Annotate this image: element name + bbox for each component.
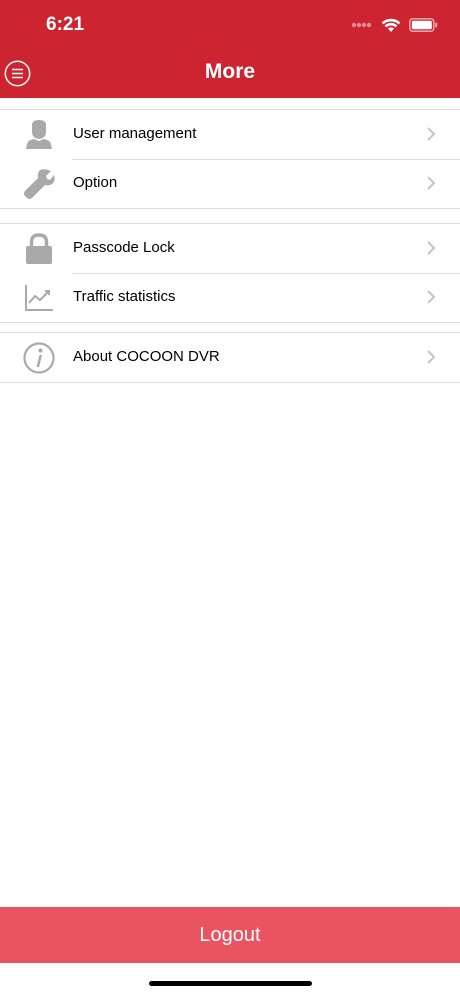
list-item-label: Traffic statistics <box>73 288 176 305</box>
chevron-right-icon <box>427 241 436 255</box>
user-icon <box>26 120 52 149</box>
top-bar: 6:21 More <box>0 0 460 98</box>
wrench-icon <box>24 169 55 199</box>
chevron-right-icon <box>427 350 436 364</box>
battery-icon <box>409 18 438 32</box>
chart-icon <box>25 285 53 311</box>
settings-group-account: User management Option <box>0 109 460 209</box>
settings-group-security: Passcode Lock Traffic statistics <box>0 223 460 323</box>
settings-group-about: About COCOON DVR <box>0 332 460 383</box>
status-icons <box>351 16 438 34</box>
chevron-right-icon <box>427 127 436 141</box>
list-item-label: User management <box>73 125 197 142</box>
signal-icon <box>351 22 372 28</box>
logout-button[interactable]: Logout <box>0 907 460 963</box>
wifi-icon <box>381 18 401 32</box>
list-item-traffic-statistics[interactable]: Traffic statistics <box>0 273 460 322</box>
list-item-passcode-lock[interactable]: Passcode Lock <box>0 224 460 273</box>
lock-icon <box>26 233 52 264</box>
status-time: 6:21 <box>46 14 85 35</box>
list-item-label: Option <box>73 174 118 191</box>
page-title: More <box>204 60 256 83</box>
home-indicator <box>149 981 312 986</box>
list-item-label: About COCOON DVR <box>73 348 220 365</box>
chevron-right-icon <box>427 290 436 304</box>
chevron-right-icon <box>427 176 436 190</box>
list-item-label: Passcode Lock <box>73 239 175 256</box>
list-item-user-management[interactable]: User management <box>0 110 460 159</box>
list-item-option[interactable]: Option <box>0 159 460 208</box>
info-icon <box>23 342 55 374</box>
list-item-about[interactable]: About COCOON DVR <box>0 333 460 382</box>
